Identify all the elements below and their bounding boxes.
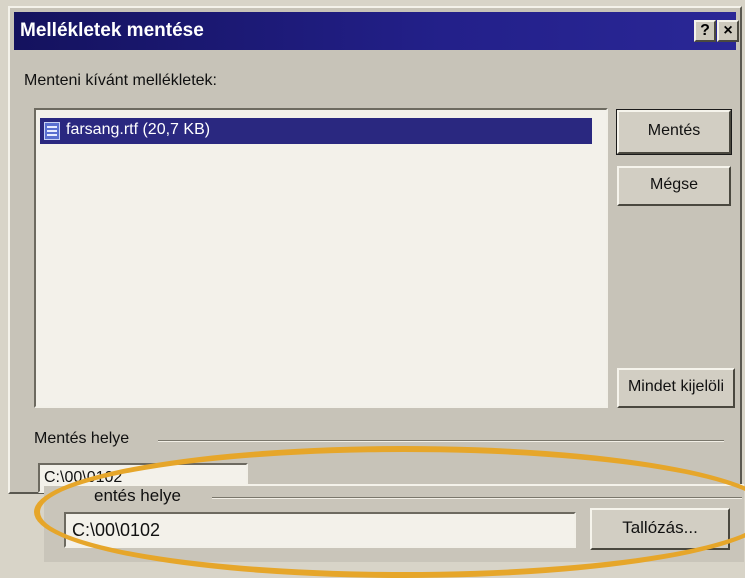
- zoomed-groupline: [212, 497, 742, 499]
- save-button[interactable]: Mentés: [616, 109, 732, 155]
- list-item[interactable]: farsang.rtf (20,7 KB): [40, 118, 592, 144]
- zoomed-save-location-label: entés helye: [94, 486, 181, 505]
- zoomed-save-location-field[interactable]: C:\00\0102: [64, 512, 576, 548]
- save-location-groupline: [158, 440, 724, 442]
- close-button[interactable]: ×: [717, 20, 739, 42]
- document-icon: [44, 122, 60, 140]
- cancel-button[interactable]: Mégse: [617, 166, 731, 206]
- save-attachments-dialog: Mellékletek mentése ? × Menteni kívánt m…: [8, 6, 742, 494]
- attachments-list[interactable]: farsang.rtf (20,7 KB): [34, 108, 608, 408]
- title-bar[interactable]: Mellékletek mentése ? ×: [14, 12, 739, 50]
- browse-button[interactable]: Tallózás...: [590, 508, 730, 550]
- dialog-title: Mellékletek mentése: [20, 20, 204, 41]
- list-item-label: farsang.rtf (20,7 KB): [66, 121, 211, 138]
- save-location-label: Mentés helye: [34, 430, 130, 447]
- select-all-button[interactable]: Mindet kijelöli: [617, 368, 735, 408]
- help-button[interactable]: ?: [694, 20, 716, 42]
- attachments-label: Menteni kívánt mellékletek:: [24, 72, 217, 89]
